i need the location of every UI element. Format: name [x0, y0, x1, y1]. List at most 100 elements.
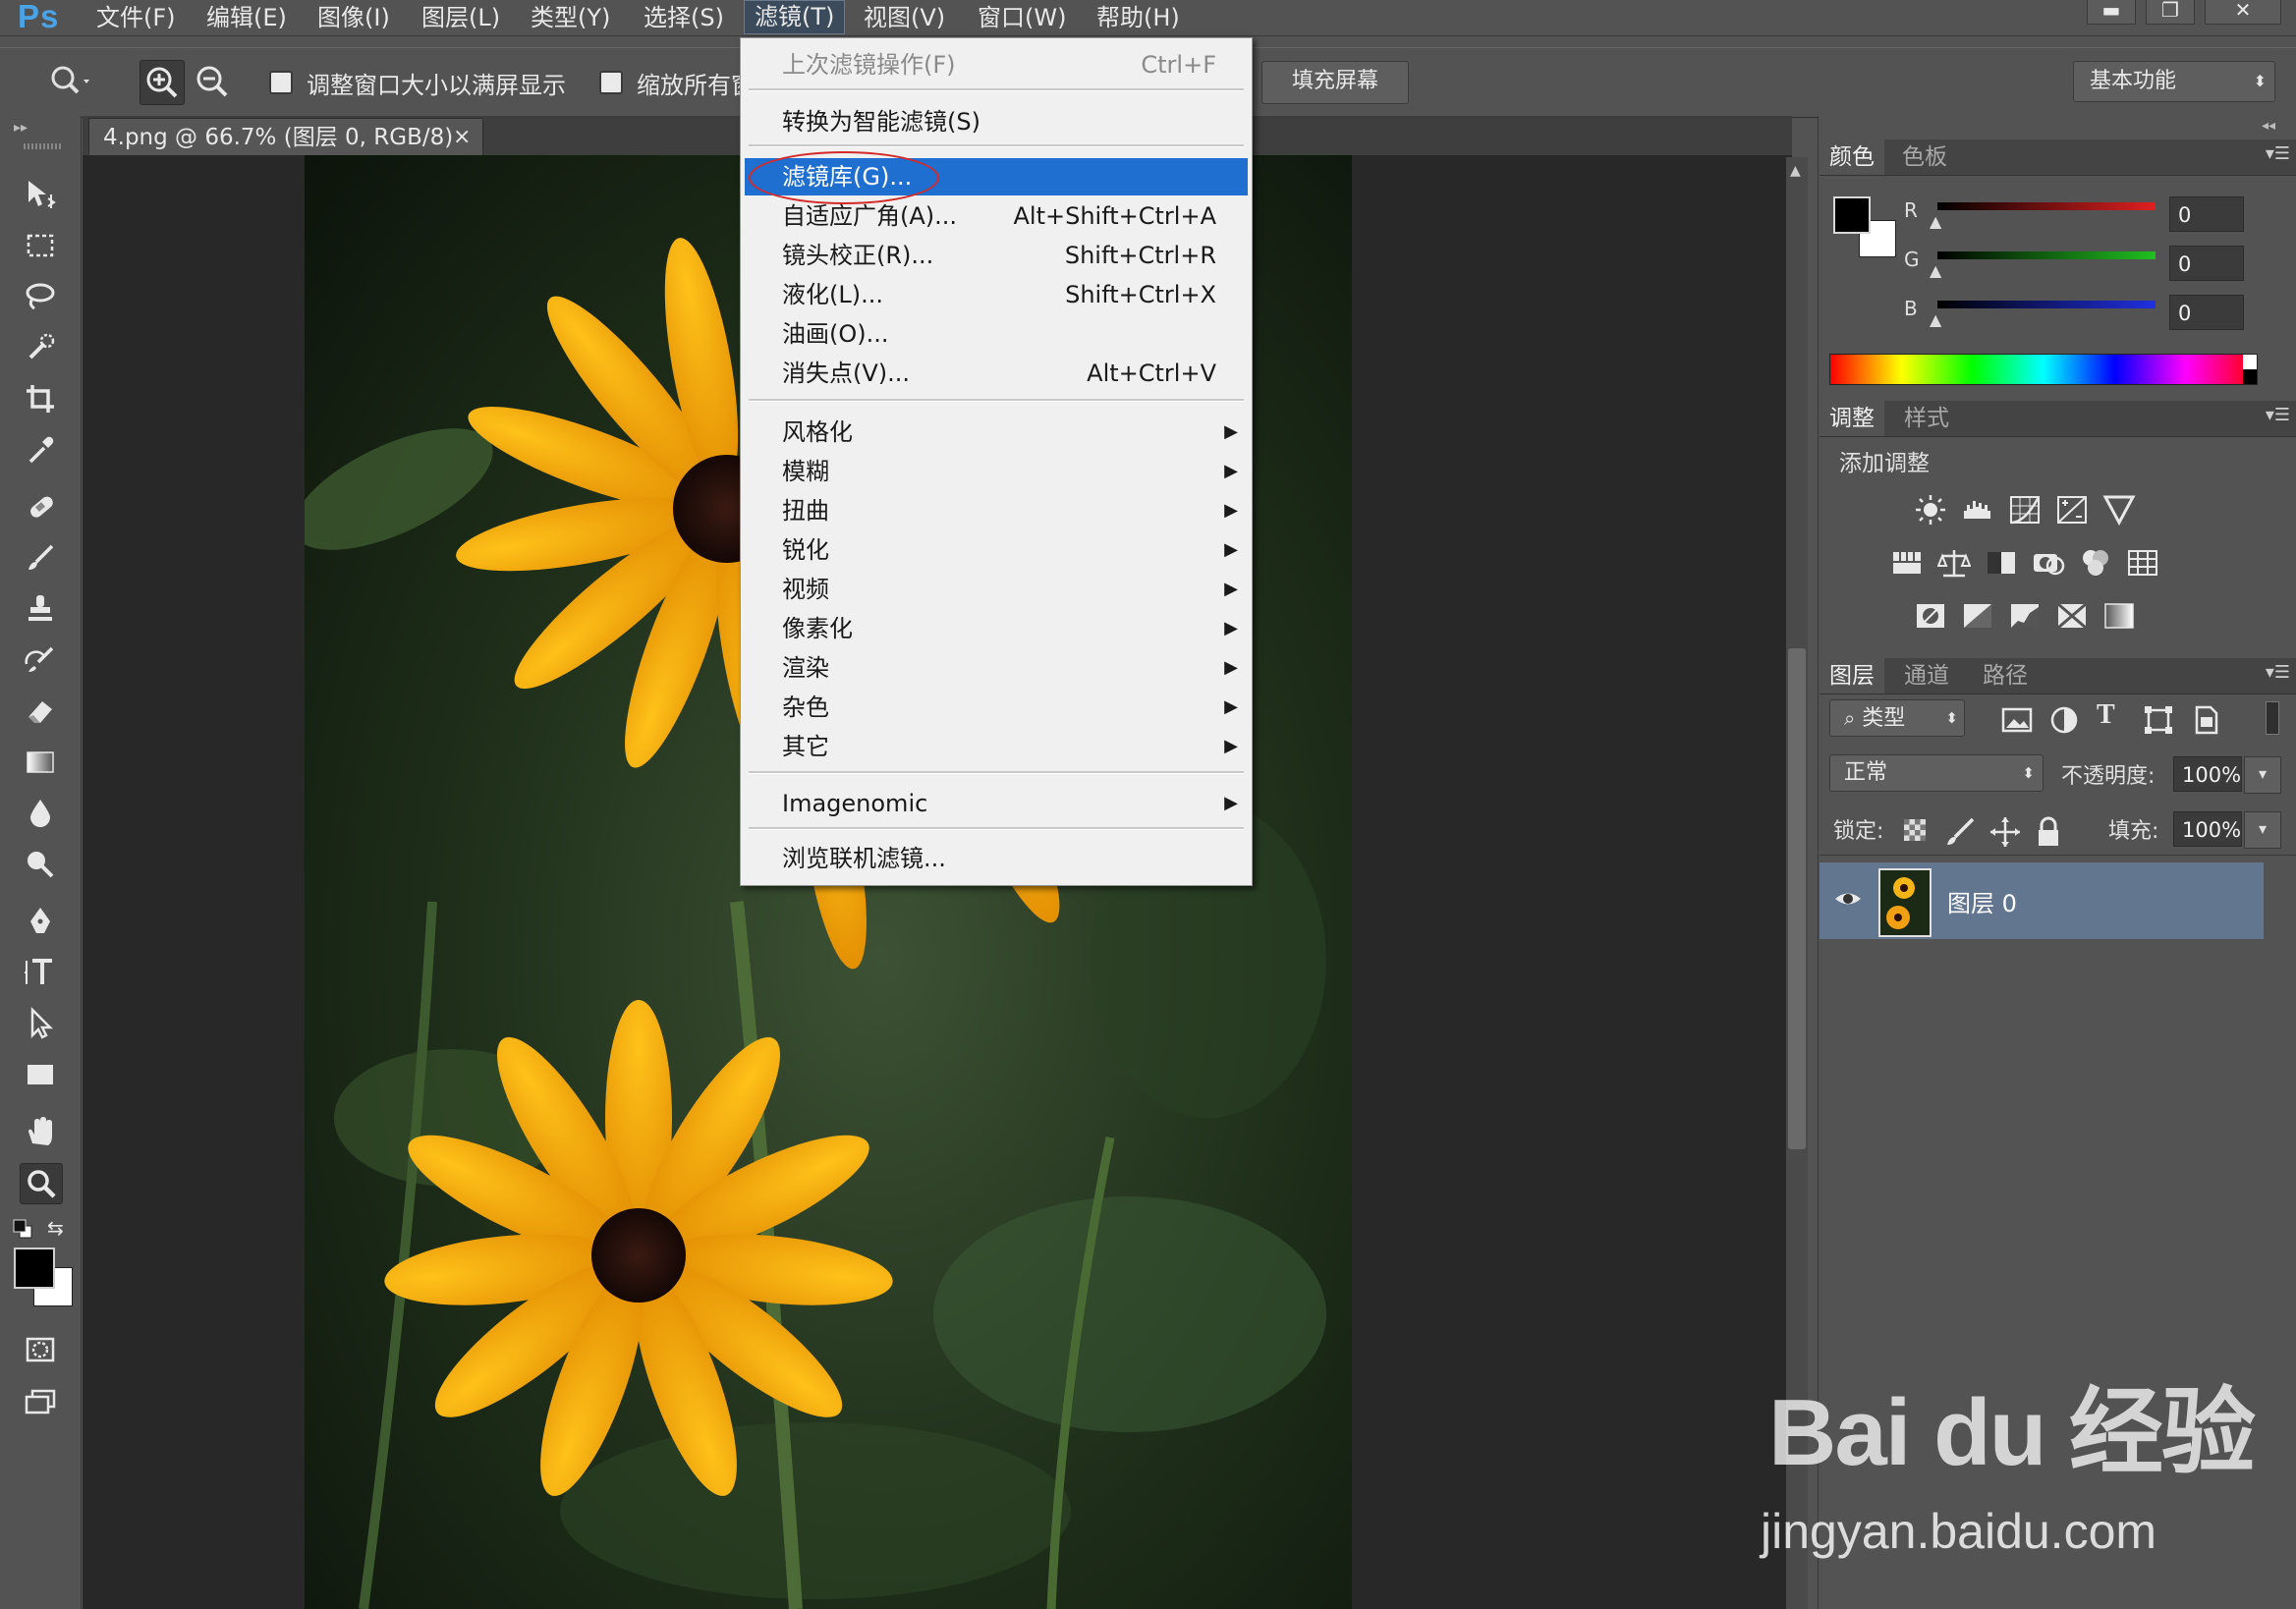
- filter-toggle-switch[interactable]: [2266, 701, 2279, 735]
- screen-mode-icon[interactable]: [20, 1383, 61, 1422]
- menu-item-liquify[interactable]: 液化(L)... Shift+Ctrl+X: [741, 276, 1252, 313]
- tab-color[interactable]: 颜色: [1820, 139, 1884, 175]
- posterize-icon[interactable]: [1961, 599, 1994, 633]
- brightness-contrast-icon[interactable]: [1914, 493, 1947, 527]
- scroll-up-arrow-icon[interactable]: ▲: [1790, 163, 1801, 179]
- filter-type-layers-icon[interactable]: T: [2097, 699, 2115, 731]
- eyedropper-tool-icon[interactable]: [20, 430, 61, 470]
- pen-tool-icon[interactable]: [20, 902, 61, 941]
- collapse-arrows-icon[interactable]: ▸▸: [14, 120, 28, 136]
- tab-paths[interactable]: 路径: [1973, 658, 2038, 694]
- menu-item-last-filter[interactable]: 上次滤镜操作(F) Ctrl+F: [741, 46, 1252, 83]
- r-slider-thumb-icon[interactable]: ▲: [1930, 212, 1941, 231]
- fill-screen-button[interactable]: 填充屏幕: [1261, 61, 1409, 104]
- blur-tool-icon[interactable]: [20, 794, 61, 833]
- fill-field[interactable]: 100%: [2173, 811, 2242, 847]
- menu-item-convert-smart-filter[interactable]: 转换为智能滤镜(S): [741, 103, 1252, 140]
- lasso-tool-icon[interactable]: [20, 277, 61, 316]
- vibrance-icon[interactable]: [2102, 493, 2136, 527]
- menu-item-other[interactable]: 其它 ▶: [741, 728, 1252, 765]
- tab-styles[interactable]: 样式: [1894, 401, 1959, 436]
- channel-mixer-icon[interactable]: [2079, 546, 2112, 580]
- r-slider-track[interactable]: [1937, 202, 2156, 210]
- workspace-select[interactable]: 基本功能 ⬍: [2073, 61, 2275, 102]
- lock-transparent-pixels-icon[interactable]: [1904, 819, 1926, 841]
- history-brush-tool-icon[interactable]: [20, 640, 61, 680]
- scrollbar-thumb[interactable]: [1788, 648, 1806, 1149]
- menu-item-noise[interactable]: 杂色 ▶: [741, 689, 1252, 726]
- grip-icon[interactable]: [24, 143, 61, 149]
- filter-smart-objects-icon[interactable]: [2189, 703, 2218, 735]
- restore-button[interactable]: ❐: [2146, 0, 2195, 25]
- opacity-dropdown-icon[interactable]: ▾: [2244, 756, 2281, 794]
- rectangle-tool-icon[interactable]: [20, 1055, 61, 1094]
- zoom-all-checkbox[interactable]: [599, 71, 623, 94]
- gradient-tool-icon[interactable]: [20, 743, 61, 782]
- layer-filter-kind-select[interactable]: ⌕ 类型 ⬍: [1829, 699, 1965, 737]
- g-slider-thumb-icon[interactable]: ▲: [1930, 261, 1941, 280]
- menu-item-imagenomic[interactable]: Imagenomic ▶: [741, 785, 1252, 822]
- path-selection-tool-icon[interactable]: [20, 1004, 61, 1043]
- exposure-icon[interactable]: [2055, 493, 2089, 527]
- tab-swatches[interactable]: 色板: [1892, 139, 1957, 175]
- menu-item-sharpen[interactable]: 锐化 ▶: [741, 531, 1252, 569]
- menu-layer[interactable]: 图层(L): [412, 2, 510, 33]
- foreground-color-swatch[interactable]: [1833, 196, 1871, 234]
- b-slider-track[interactable]: [1937, 301, 2156, 308]
- r-value-field[interactable]: 0: [2169, 196, 2244, 232]
- close-button[interactable]: ✕: [2205, 0, 2281, 25]
- blend-mode-select[interactable]: 正常 ⬍: [1829, 754, 2044, 792]
- hue-saturation-icon[interactable]: [1890, 546, 1924, 580]
- color-lookup-icon[interactable]: [2126, 546, 2159, 580]
- gradient-map-icon[interactable]: [2102, 599, 2136, 633]
- quick-selection-tool-icon[interactable]: [20, 328, 61, 367]
- healing-brush-tool-icon[interactable]: [20, 487, 61, 527]
- menu-image[interactable]: 图像(I): [308, 2, 400, 33]
- swap-colors-icon[interactable]: ⇆: [47, 1216, 69, 1240]
- lock-image-pixels-icon[interactable]: [1943, 815, 1975, 845]
- clone-stamp-tool-icon[interactable]: [20, 589, 61, 629]
- filter-adjustment-layers-icon[interactable]: [2047, 703, 2078, 734]
- filter-shape-layers-icon[interactable]: [2142, 703, 2172, 734]
- menu-type[interactable]: 类型(Y): [521, 2, 620, 33]
- menu-item-blur[interactable]: 模糊 ▶: [741, 453, 1252, 490]
- collapse-panels-icon[interactable]: ◂◂: [2262, 118, 2275, 134]
- tab-adjustments[interactable]: 调整: [1820, 401, 1884, 436]
- g-slider-track[interactable]: [1937, 251, 2156, 259]
- tab-layers[interactable]: 图层: [1820, 658, 1884, 694]
- move-tool-icon[interactable]: [20, 175, 61, 214]
- zoom-in-icon[interactable]: [140, 60, 185, 105]
- menu-item-oil-paint[interactable]: 油画(O)...: [741, 315, 1252, 353]
- menu-item-browse-online-filters[interactable]: 浏览联机滤镜...: [741, 840, 1252, 877]
- fill-dropdown-icon[interactable]: ▾: [2244, 811, 2281, 849]
- visibility-eye-icon[interactable]: [1833, 884, 1863, 914]
- menu-item-vanishing-point[interactable]: 消失点(V)... Alt+Ctrl+V: [741, 355, 1252, 392]
- photo-filter-icon[interactable]: [2032, 546, 2065, 580]
- zoom-out-icon[interactable]: [191, 60, 234, 103]
- close-tab-icon[interactable]: ×: [453, 119, 471, 156]
- panel-menu-icon[interactable]: ▾☰: [2266, 405, 2290, 425]
- default-colors-icon[interactable]: [12, 1218, 33, 1240]
- hand-tool-icon[interactable]: [20, 1112, 61, 1151]
- g-value-field[interactable]: 0: [2169, 246, 2244, 281]
- menu-edit[interactable]: 编辑(E): [196, 2, 297, 33]
- color-spectrum-bar[interactable]: [1829, 354, 2258, 385]
- foreground-color-swatch[interactable]: [14, 1248, 55, 1289]
- zoom-tool-icon[interactable]: [20, 1163, 63, 1204]
- invert-icon[interactable]: [1914, 599, 1947, 633]
- menu-window[interactable]: 窗口(W): [968, 2, 1076, 33]
- lock-position-icon[interactable]: [1988, 815, 2020, 847]
- menu-select[interactable]: 选择(S): [634, 2, 734, 33]
- panel-menu-icon[interactable]: ▾☰: [2266, 662, 2290, 683]
- dodge-tool-icon[interactable]: [20, 845, 61, 884]
- menu-help[interactable]: 帮助(H): [1087, 2, 1190, 33]
- lock-all-icon[interactable]: [2032, 815, 2061, 846]
- menu-view[interactable]: 视图(V): [854, 2, 955, 33]
- menu-file[interactable]: 文件(F): [86, 2, 186, 33]
- crop-tool-icon[interactable]: [20, 379, 61, 418]
- zoom-tool-preset-icon[interactable]: [47, 62, 92, 101]
- brush-tool-icon[interactable]: [20, 538, 61, 578]
- menu-item-stylize[interactable]: 风格化 ▶: [741, 414, 1252, 451]
- layer-row[interactable]: 图层 0: [1820, 862, 2264, 939]
- curves-icon[interactable]: [2008, 493, 2042, 527]
